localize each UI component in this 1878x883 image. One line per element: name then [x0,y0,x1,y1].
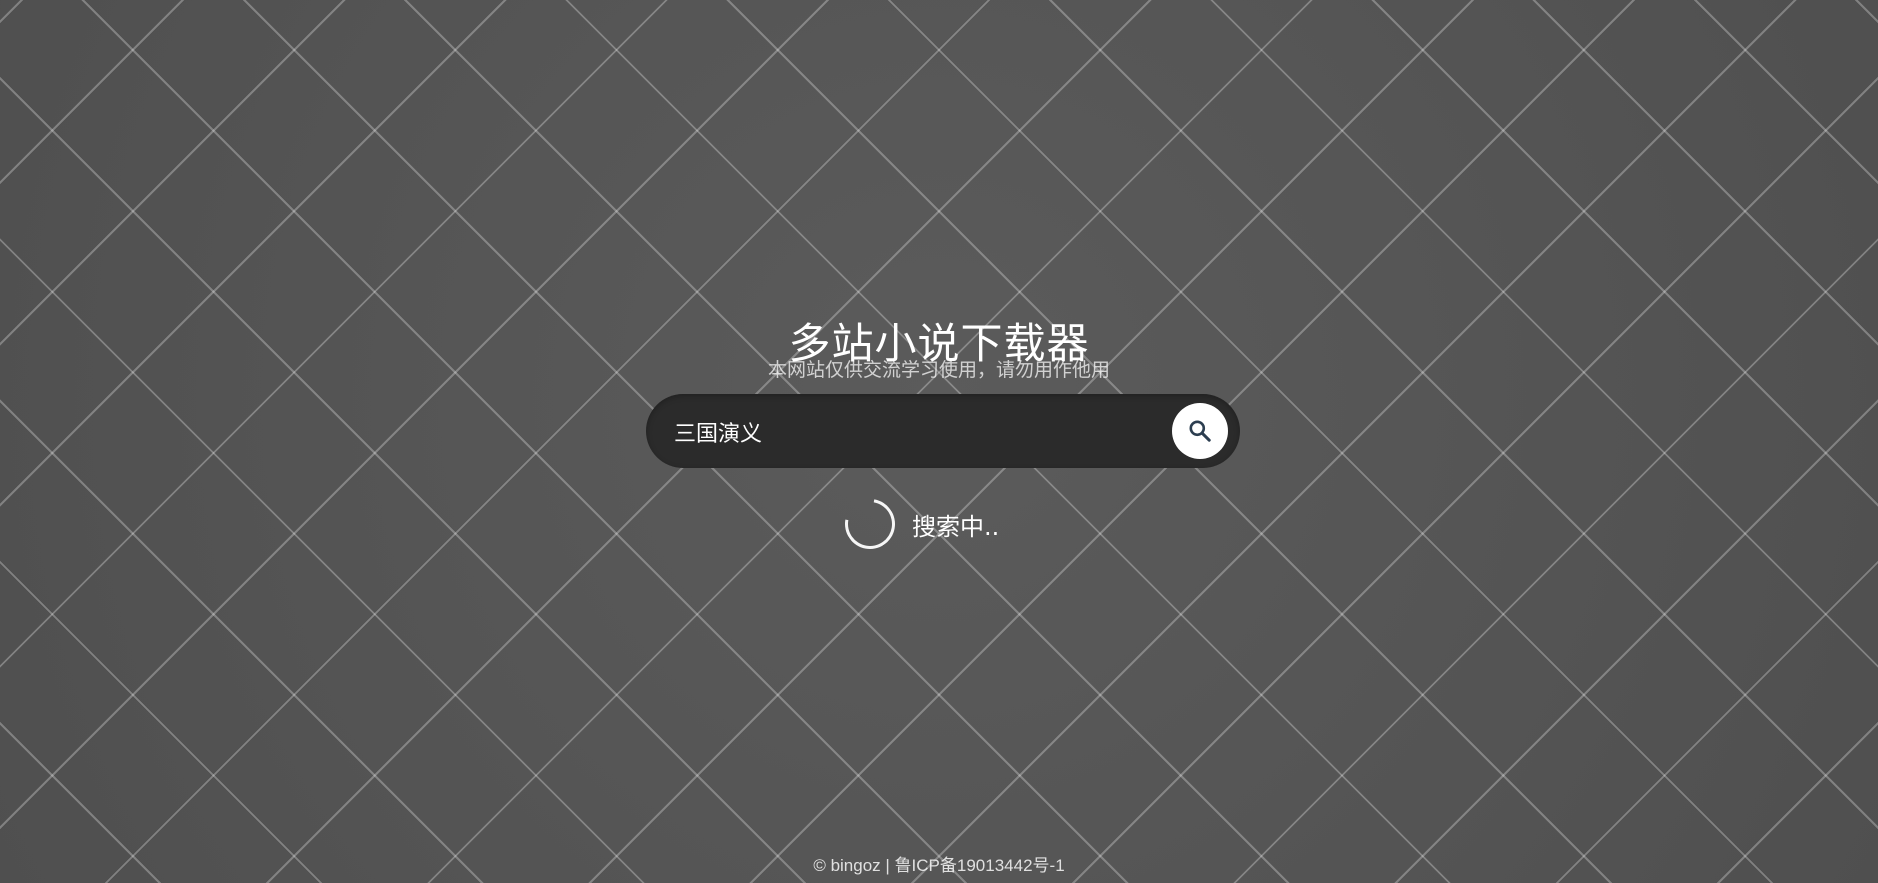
page-subtitle: 本网站仅供交流学习使用，请勿用作他用 [767,359,1110,381]
loading-spinner-icon [835,489,905,559]
loading-status: 搜索中.. [835,489,1000,559]
search-input[interactable] [672,394,1156,470]
search-button[interactable] [1172,403,1228,459]
search-bar [646,394,1240,470]
footer: © bingoz | 鲁ICP备19013442号-1 [0,851,1878,876]
search-icon [1189,420,1211,442]
copyright-text: © bingoz [813,856,881,875]
footer-separator: | [880,856,895,875]
loading-text: 搜索中.. [912,512,1000,541]
page: 多站小说下载器 本网站仅供交流学习使用，请勿用作他用 搜索中.. © bingo… [0,0,1878,883]
icp-link[interactable]: 鲁ICP备19013442号-1 [895,856,1065,875]
